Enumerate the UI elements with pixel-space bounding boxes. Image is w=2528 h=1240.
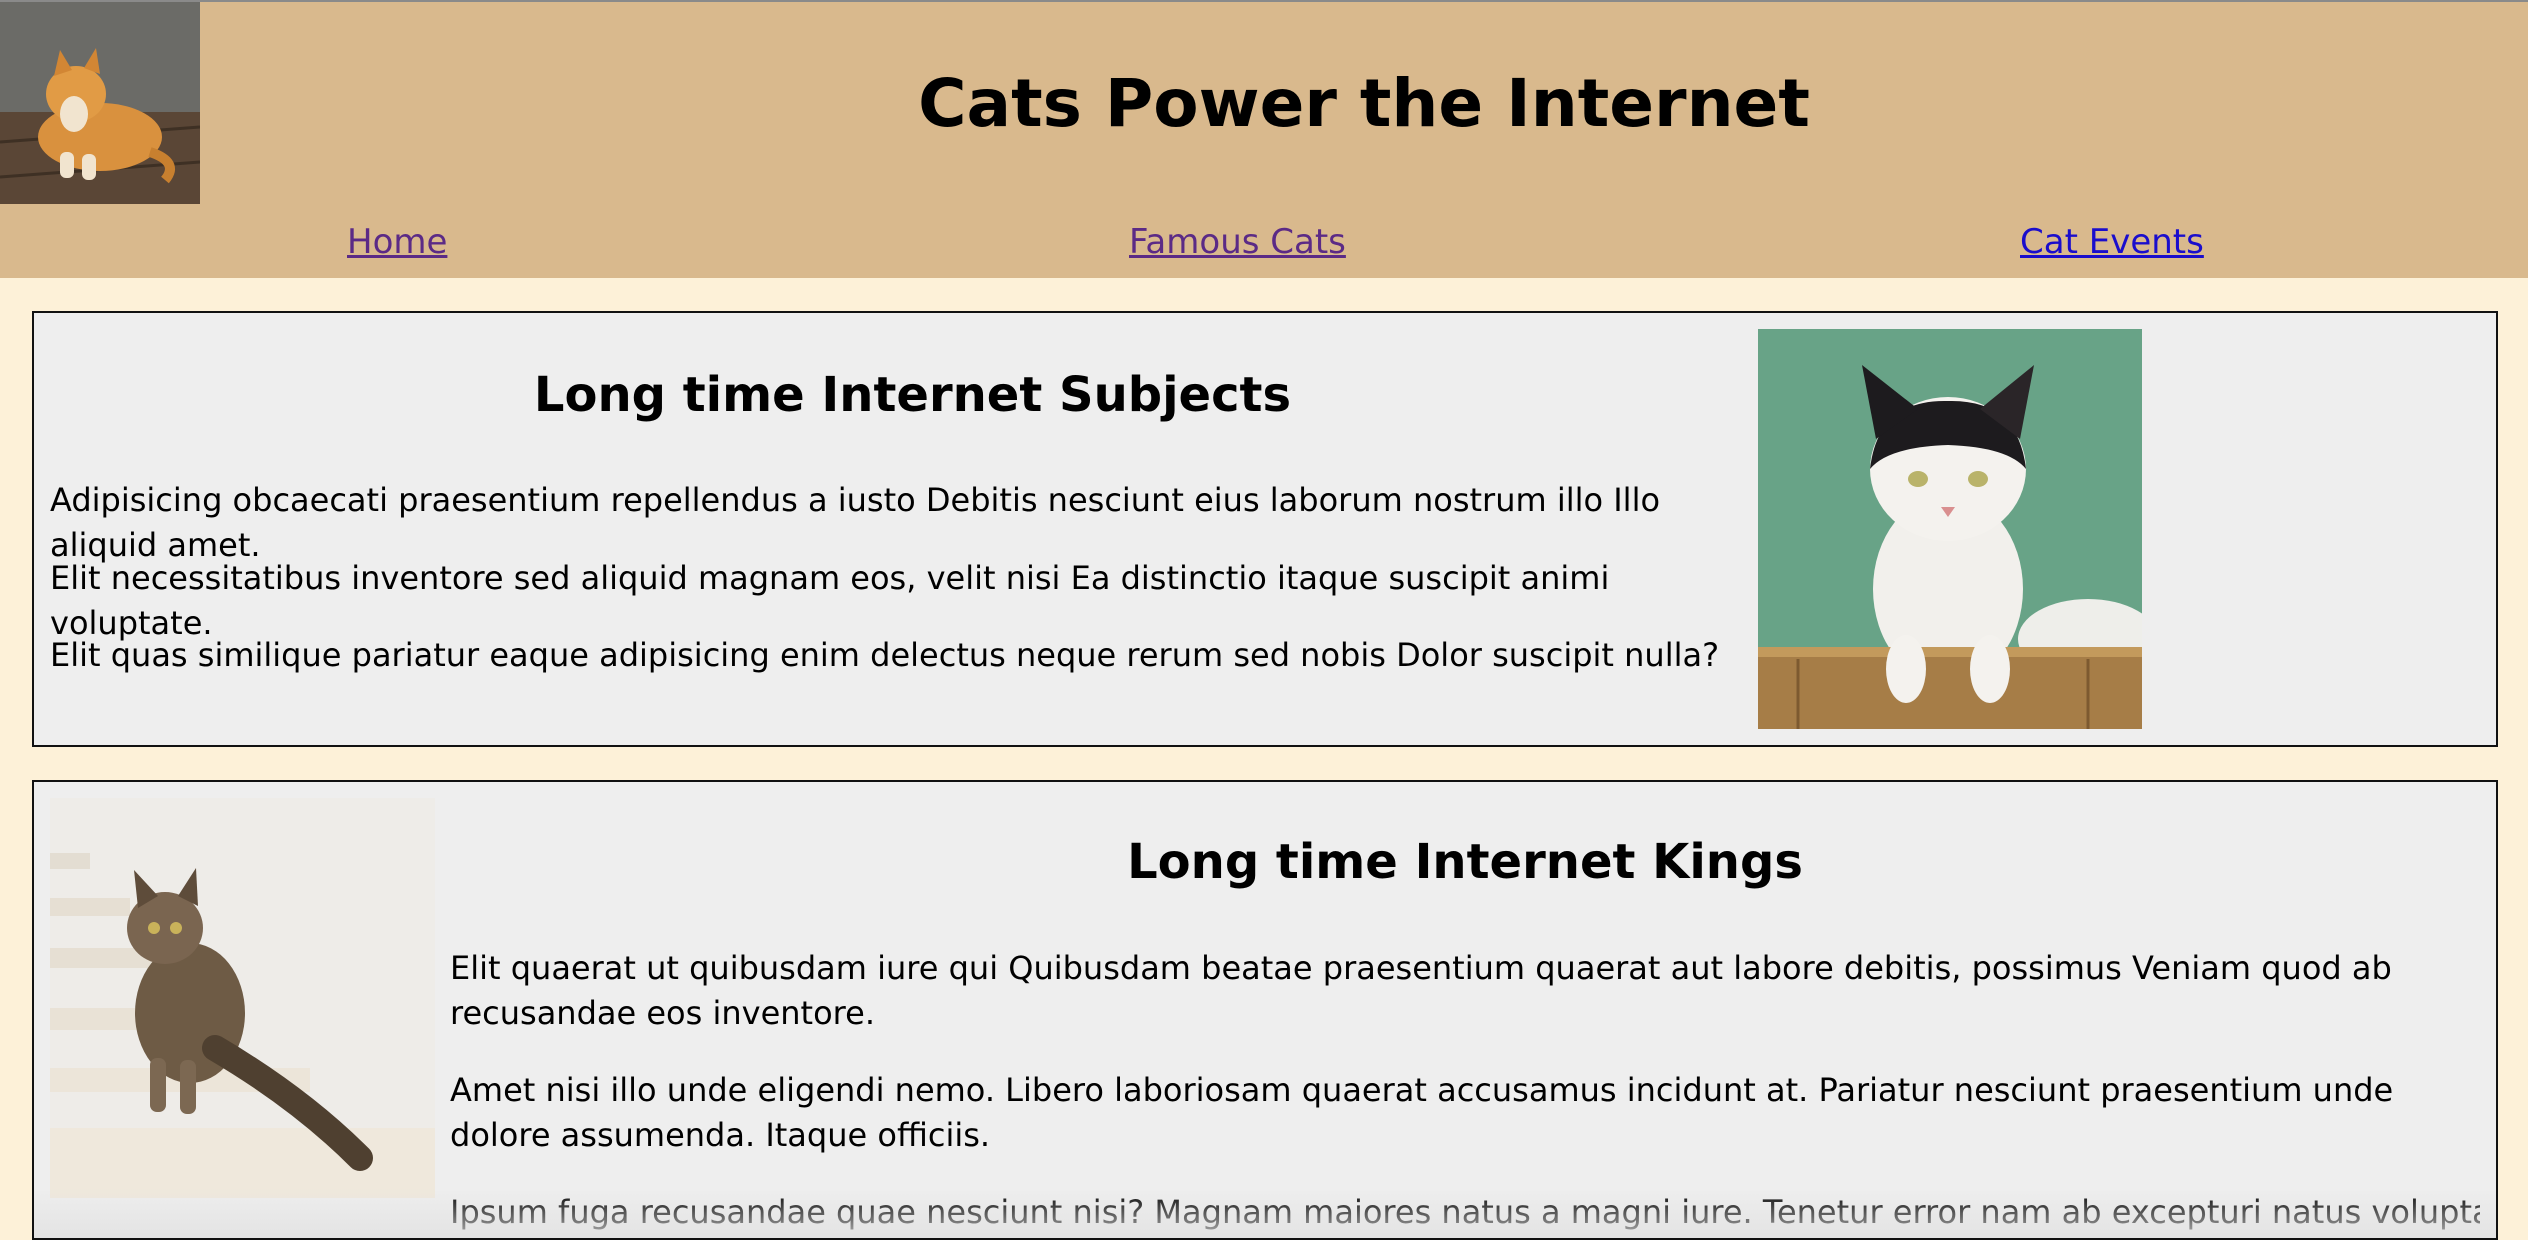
section-title: Long time Internet Subjects (533, 367, 1292, 423)
section-paragraph: Elit quaerat ut quibusdam iure qui Quibu… (450, 949, 2392, 1032)
black-white-cat-photo (1758, 329, 2142, 729)
section-internet-subjects: Long time Internet Subjects Adipisicing … (32, 311, 2498, 747)
section-title: Long time Internet Kings (1127, 834, 1803, 890)
section-internet-kings: Long time Internet Kings Elit quaerat ut… (32, 780, 2498, 1240)
site-title: Cats Power the Internet (918, 65, 1810, 142)
section-paragraph: Amet nisi illo unde eligendi nemo. Liber… (450, 1071, 2394, 1154)
section-paragraph: Elit quas similique pariatur eaque adipi… (50, 636, 1720, 674)
header-cat-image (0, 2, 200, 204)
nav-link-home[interactable]: Home (347, 220, 447, 264)
section-paragraph: Adipisicing obcaecati praesentium repell… (50, 481, 1661, 564)
nav-link-famous-cats[interactable]: Famous Cats (1129, 220, 1346, 264)
nav-link-cat-events[interactable]: Cat Events (2020, 220, 2204, 264)
section-paragraph: Ipsum fuga recusandae quae nesciunt nisi… (450, 1193, 2480, 1231)
cat-photo-icon (0, 2, 200, 204)
tabby-cat-on-stairs-photo (50, 798, 435, 1198)
site-header: Cats Power the Internet Home Famous Cats… (0, 0, 2528, 278)
